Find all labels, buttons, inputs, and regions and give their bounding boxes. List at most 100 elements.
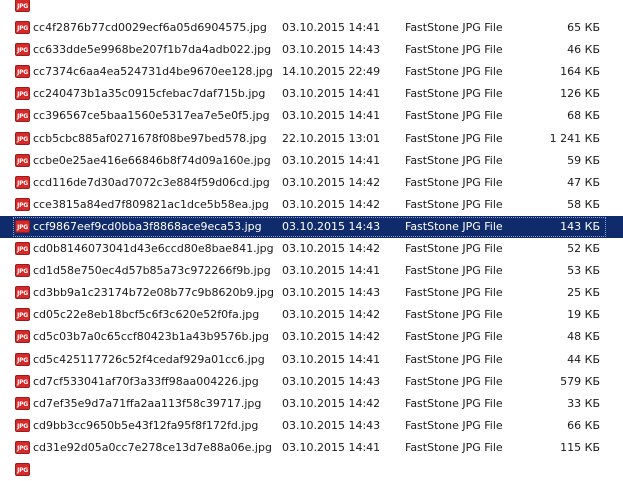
jpg-file-icon: JPG bbox=[15, 308, 31, 322]
file-name: cd3bb9a1c23174b72e08b77c9b8620b9.jpg bbox=[33, 286, 273, 300]
file-row[interactable]: JPG cc7374c6aa4ea524731d4be9670ee128.jpg… bbox=[0, 61, 623, 83]
file-name: cc240473b1a35c0915cfebac7daf715b.jpg bbox=[33, 87, 266, 101]
file-type: FastStone JPG File bbox=[405, 131, 503, 145]
file-date: 03.10.2015 14:43 bbox=[282, 286, 381, 300]
file-date: 03.10.2015 14:41 bbox=[282, 21, 381, 35]
file-size: 579 КБ bbox=[560, 374, 600, 388]
file-size: 126 КБ bbox=[560, 87, 600, 101]
jpg-file-icon: JPG bbox=[15, 418, 31, 433]
jpg-file-icon: JPG bbox=[15, 65, 31, 79]
file-type: FastStone JPG File bbox=[405, 242, 503, 256]
file-name: ccb5cbc885af0271678f08be97bed578.jpg bbox=[33, 131, 267, 145]
file-row[interactable]: JPG cc240473b1a35c0915cfebac7daf715b.jpg… bbox=[0, 83, 623, 105]
file-row[interactable]: JPG bbox=[0, 0, 623, 17]
file-row[interactable]: JPG bbox=[0, 459, 623, 481]
file-row[interactable]: JPG cc633dde5e9968be207f1b7da4adb022.jpg… bbox=[0, 39, 623, 61]
file-row[interactable]: JPG ccbe0e25ae416e66846b8f74d09a160e.jpg… bbox=[0, 150, 623, 172]
file-date: 03.10.2015 14:42 bbox=[282, 197, 381, 211]
jpg-file-icon: JPG bbox=[15, 197, 31, 212]
file-row[interactable]: JPG cd3bb9a1c23174b72e08b77c9b8620b9.jpg… bbox=[0, 282, 623, 304]
file-name: cc7374c6aa4ea524731d4be9670ee128.jpg bbox=[33, 65, 273, 79]
jpg-file-icon: JPG bbox=[15, 131, 31, 146]
file-type: FastStone JPG File bbox=[405, 197, 503, 211]
jpg-file-icon: JPG bbox=[15, 264, 31, 278]
file-type: FastStone JPG File bbox=[405, 87, 503, 101]
file-type: FastStone JPG File bbox=[405, 352, 503, 366]
file-name: ccf9867eef9cd0bba3f8868ace9eca53.jpg bbox=[33, 219, 262, 233]
file-size: 19 КБ bbox=[567, 308, 600, 322]
file-date: 03.10.2015 14:43 bbox=[282, 374, 381, 388]
file-type: FastStone JPG File bbox=[405, 418, 503, 432]
file-row[interactable]: JPG cd0b8146073041d43e6ccd80e8bae841.jpg… bbox=[0, 238, 623, 260]
file-name: cc633dde5e9968be207f1b7da4adb022.jpg bbox=[33, 43, 272, 57]
file-size: 143 КБ bbox=[560, 219, 600, 233]
file-type: FastStone JPG File bbox=[405, 264, 503, 278]
file-row[interactable]: JPG cd7cf533041af70f3a33ff98aa004226.jpg… bbox=[0, 371, 623, 393]
file-name: cc396567ce5baa1560e5317ea7e5e0f5.jpg bbox=[33, 109, 270, 123]
jpg-file-icon: JPG bbox=[15, 0, 31, 13]
file-size: 48 КБ bbox=[567, 330, 600, 344]
file-size: 66 КБ bbox=[567, 418, 600, 432]
jpg-file-icon: JPG bbox=[15, 21, 31, 35]
file-row-selected[interactable]: JPG ccf9867eef9cd0bba3f8868ace9eca53.jpg… bbox=[0, 215, 623, 239]
file-row[interactable]: JPG cd5c03b7a0c65ccf80423b1a43b9576b.jpg… bbox=[0, 326, 623, 348]
file-row[interactable]: JPG cc4f2876b77cd0029ecf6a05d6904575.jpg… bbox=[0, 17, 623, 39]
file-type: FastStone JPG File bbox=[405, 153, 503, 167]
file-row[interactable]: JPG cd7ef35e9d7a71ffa2aa113f58c39717.jpg… bbox=[0, 393, 623, 415]
jpg-file-icon: JPG bbox=[15, 396, 31, 411]
file-date: 03.10.2015 14:43 bbox=[282, 418, 381, 432]
file-name: ccd116de7d30ad7072c3e884f59d06cd.jpg bbox=[33, 175, 270, 189]
jpg-file-icon: JPG bbox=[15, 440, 31, 455]
file-date: 03.10.2015 14:41 bbox=[282, 352, 381, 366]
jpg-file-icon: JPG bbox=[15, 286, 31, 300]
jpg-file-icon: JPG bbox=[15, 462, 31, 477]
file-name: cd7ef35e9d7a71ffa2aa113f58c39717.jpg bbox=[33, 396, 262, 410]
file-size: 53 КБ bbox=[567, 264, 600, 278]
file-row[interactable]: JPG cd31e92d05a0cc7e278ce13d7e88a06e.jpg… bbox=[0, 437, 623, 459]
file-name: cd5c425117726c52f4cedaf929a01cc6.jpg bbox=[33, 352, 265, 366]
file-type: FastStone JPG File bbox=[405, 219, 503, 233]
file-row[interactable]: JPG cd9bb3cc9650b5e43f12fa95f8f172fd.jpg… bbox=[0, 415, 623, 437]
file-row[interactable]: JPG cd5c425117726c52f4cedaf929a01cc6.jpg… bbox=[0, 349, 623, 371]
file-name: cd5c03b7a0c65ccf80423b1a43b9576b.jpg bbox=[33, 330, 269, 344]
file-size: 25 КБ bbox=[567, 286, 600, 300]
file-row[interactable]: JPG cd1d58e750ec4d57b85a73c972266f9b.jpg… bbox=[0, 260, 623, 282]
file-row[interactable]: JPG cc396567ce5baa1560e5317ea7e5e0f5.jpg… bbox=[0, 105, 623, 127]
file-size: 52 КБ bbox=[567, 242, 600, 256]
file-size: 1 241 КБ bbox=[549, 131, 600, 145]
file-size: 58 КБ bbox=[567, 197, 600, 211]
file-type: FastStone JPG File bbox=[405, 21, 503, 35]
file-row[interactable]: JPG cd05c22e8eb18bcf5c6f3c620e52f0fa.jpg… bbox=[0, 304, 623, 326]
jpg-file-icon: JPG bbox=[15, 219, 31, 234]
file-size: 46 КБ bbox=[567, 43, 600, 57]
file-type: FastStone JPG File bbox=[405, 308, 503, 322]
file-name: ccbe0e25ae416e66846b8f74d09a160e.jpg bbox=[33, 153, 271, 167]
file-size: 44 КБ bbox=[567, 352, 600, 366]
file-row[interactable]: JPG cce3815a84ed7f809821ac1dce5b58ea.jpg… bbox=[0, 194, 623, 216]
file-size: 164 КБ bbox=[560, 65, 600, 79]
file-row[interactable]: JPG ccb5cbc885af0271678f08be97bed578.jpg… bbox=[0, 128, 623, 150]
jpg-file-icon: JPG bbox=[15, 374, 31, 389]
file-date: 03.10.2015 14:41 bbox=[282, 109, 381, 123]
file-date: 03.10.2015 14:42 bbox=[282, 242, 381, 256]
jpg-file-icon: JPG bbox=[15, 109, 31, 123]
file-row[interactable]: JPG ccd116de7d30ad7072c3e884f59d06cd.jpg… bbox=[0, 172, 623, 194]
file-type: FastStone JPG File bbox=[405, 440, 503, 454]
file-size: 65 КБ bbox=[567, 21, 600, 35]
file-name: cd9bb3cc9650b5e43f12fa95f8f172fd.jpg bbox=[33, 418, 259, 432]
file-date: 03.10.2015 14:41 bbox=[282, 153, 381, 167]
file-name: cce3815a84ed7f809821ac1dce5b58ea.jpg bbox=[33, 197, 269, 211]
file-date: 03.10.2015 14:41 bbox=[282, 87, 381, 101]
file-type: FastStone JPG File bbox=[405, 65, 503, 79]
file-date: 03.10.2015 14:43 bbox=[282, 219, 381, 233]
file-type: FastStone JPG File bbox=[405, 286, 503, 300]
jpg-file-icon: JPG bbox=[15, 352, 31, 367]
file-name: cc4f2876b77cd0029ecf6a05d6904575.jpg bbox=[33, 21, 267, 35]
file-date: 03.10.2015 14:42 bbox=[282, 175, 381, 189]
file-type: FastStone JPG File bbox=[405, 374, 503, 388]
file-date: 03.10.2015 14:42 bbox=[282, 330, 381, 344]
file-size: 33 КБ bbox=[567, 396, 600, 410]
file-type: FastStone JPG File bbox=[405, 330, 503, 344]
file-date: 03.10.2015 14:41 bbox=[282, 264, 381, 278]
file-date: 03.10.2015 14:41 bbox=[282, 440, 381, 454]
